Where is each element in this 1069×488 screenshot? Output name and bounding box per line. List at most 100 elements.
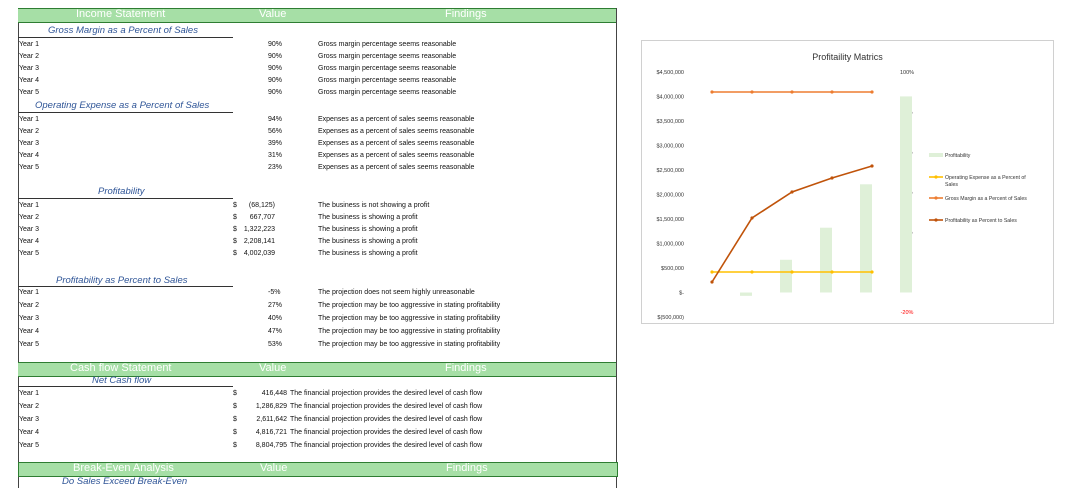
row-value: 1,322,223 <box>243 226 275 233</box>
table-row[interactable]: Year 3 $1,322,223 The business is showing … <box>0 224 620 236</box>
profit-percent-title: Profitability as Percent to Sales <box>56 275 188 286</box>
legend-marker <box>934 175 938 179</box>
row-finding: The projection may be too aggressive in … <box>318 302 501 309</box>
spreadsheet: Income Statement Value Findings Gross Ma… <box>0 0 620 488</box>
row-finding: Expenses as a percent of sales seems rea… <box>318 128 475 135</box>
table-row[interactable]: Year 2 $1,286,829 The financial projection… <box>0 401 620 413</box>
table-row[interactable]: Year 2 27% The projection may be too aggre… <box>0 300 620 312</box>
row-finding: Expenses as a percent of sales seems rea… <box>318 116 475 123</box>
left-axis-tick-label: $(500,000) <box>657 315 684 321</box>
chart-point <box>750 270 754 274</box>
chart-point <box>790 90 794 94</box>
row-value: 4,002,039 <box>243 250 275 257</box>
legend-label: Profitability as Percent to Sales <box>945 218 1017 224</box>
row-year-label: Year 1 <box>19 116 39 123</box>
header-col-break-even: Break-Even Analysis <box>73 462 174 474</box>
row-finding: The financial projection provides the de… <box>290 390 483 397</box>
operating-expense-title: Operating Expense as a Percent of Sales <box>35 100 210 111</box>
header-col-value: Value <box>259 8 287 20</box>
row-value: -5% <box>268 289 281 296</box>
row-value: 90% <box>268 77 283 84</box>
row-value: 416,448 <box>261 390 287 397</box>
table-row[interactable]: Year 5 90% Gross margin percentage seems r… <box>0 87 620 99</box>
header-col-findings: Findings <box>445 8 487 20</box>
row-finding: The business is showing a profit <box>318 226 418 233</box>
table-row[interactable]: Year 1 -5% The projection does not seem hi… <box>0 287 620 299</box>
chart-bar <box>860 184 872 293</box>
row-year-label: Year 1 <box>19 390 39 397</box>
table-row[interactable]: Year 4 47% The projection may be too aggre… <box>0 326 620 338</box>
currency-symbol: $ <box>233 390 237 397</box>
header-col-cash-value: Value <box>259 362 287 374</box>
table-row[interactable]: Year 1 90% Gross margin percentage seems r… <box>0 39 620 51</box>
row-finding: The business is showing a profit <box>318 214 418 221</box>
left-axis-tick-label: $500,000 <box>661 266 684 272</box>
header-col-income: Income Statement <box>76 8 166 20</box>
table-row[interactable]: Year 4 90% Gross margin percentage seems r… <box>0 75 620 87</box>
right-axis-tick-label: 100% <box>900 70 914 76</box>
chart-point <box>710 90 714 94</box>
table-row[interactable]: Year 1 $416,448 The financial projection p… <box>0 388 620 400</box>
table-row[interactable]: Year 5 $4,002,039 The business is showing … <box>0 248 620 260</box>
row-year-label: Year 2 <box>19 128 39 135</box>
table-row[interactable]: Year 4 $2,208,141 The business is showing … <box>0 236 620 248</box>
row-finding: Gross margin percentage seems reasonable <box>318 41 457 48</box>
row-year-label: Year 4 <box>19 238 39 245</box>
left-axis-tick-label: $2,500,000 <box>656 168 684 174</box>
profitability-chart[interactable]: Profitaility Matrics $(500,000) $- $500,00… <box>641 40 1054 324</box>
table-row[interactable]: Year 4 $4,816,721 The financial projection… <box>0 427 620 439</box>
table-row[interactable]: Year 1 94% Expenses as a percent of sales … <box>0 114 620 126</box>
row-year-label: Year 2 <box>19 403 39 410</box>
left-axis-tick-label: $1,000,000 <box>656 242 684 248</box>
table-row[interactable]: Year 3 90% Gross margin percentage seems r… <box>0 63 620 75</box>
table-row[interactable]: Year 3 40% The projection may be too aggre… <box>0 313 620 325</box>
currency-symbol: $ <box>233 403 237 410</box>
table-row[interactable]: Year 3 39% Expenses as a percent of sales … <box>0 138 620 150</box>
header-col-cash-findings: Findings <box>445 362 487 374</box>
row-year-label: Year 4 <box>19 152 39 159</box>
row-year-label: Year 4 <box>19 429 39 436</box>
table-row[interactable]: Year 5 23% Expenses as a percent of sales … <box>0 162 620 174</box>
chart-bar <box>900 96 912 293</box>
table-row[interactable]: Year 5 53% The projection may be too aggre… <box>0 339 620 351</box>
net-cash-title: Net Cash flow <box>92 375 152 386</box>
currency-symbol: $ <box>233 429 237 436</box>
row-year-label: Year 5 <box>19 341 39 348</box>
table-row[interactable]: Year 5 $8,804,795 The financial projection… <box>0 440 620 452</box>
row-value: 40% <box>268 315 283 322</box>
currency-symbol: $ <box>233 214 237 221</box>
row-finding: The business is not showing a profit <box>318 202 430 209</box>
header-col-be-findings: Findings <box>446 462 488 474</box>
chart-bar <box>740 292 752 296</box>
table-row[interactable]: Year 2 90% Gross margin percentage seems r… <box>0 51 620 63</box>
table-row[interactable]: Year 1 $ (68,125) The business is not showi… <box>0 200 620 212</box>
legend-marker <box>934 196 938 200</box>
legend-label: Operating Expense as a Percent of <box>945 175 1026 181</box>
row-year-label: Year 2 <box>19 53 39 60</box>
table-row[interactable]: Year 4 31% Expenses as a percent of sales … <box>0 150 620 162</box>
currency-symbol: $ <box>233 416 237 423</box>
chart-point <box>830 90 834 94</box>
row-year-label: Year 3 <box>19 65 39 72</box>
row-finding: The business is showing a profit <box>318 250 418 257</box>
chart-bar <box>820 227 832 293</box>
row-finding: The projection may be too aggressive in … <box>318 341 501 348</box>
legend-marker <box>934 218 938 222</box>
chart-point <box>790 190 794 194</box>
table-row[interactable]: Year 2 56% Expenses as a percent of sales … <box>0 126 620 138</box>
row-value: 2,208,141 <box>243 238 275 245</box>
left-axis-tick-label: $4,500,000 <box>656 70 684 76</box>
gross-margin-title: Gross Margin as a Percent of Sales <box>48 25 198 36</box>
net-cash-underline <box>18 386 233 387</box>
row-value: 8,804,795 <box>255 442 287 449</box>
table-row[interactable]: Year 2 $667,707 The business is showing a … <box>0 212 620 224</box>
row-finding: The projection does not seem highly unre… <box>318 289 475 296</box>
break-even-header[interactable]: Break-Even Analysis Value Findings <box>18 462 618 477</box>
right-axis-tick-label: -20% <box>901 310 914 316</box>
row-value: 94% <box>268 116 283 123</box>
row-value: 90% <box>268 89 283 96</box>
row-value: 2,611,642 <box>256 416 287 423</box>
table-row[interactable]: Year 3 $2,611,642 The financial projection… <box>0 414 620 426</box>
row-finding: The financial projection provides the de… <box>290 416 483 423</box>
legend-label: Profitability <box>945 153 971 159</box>
